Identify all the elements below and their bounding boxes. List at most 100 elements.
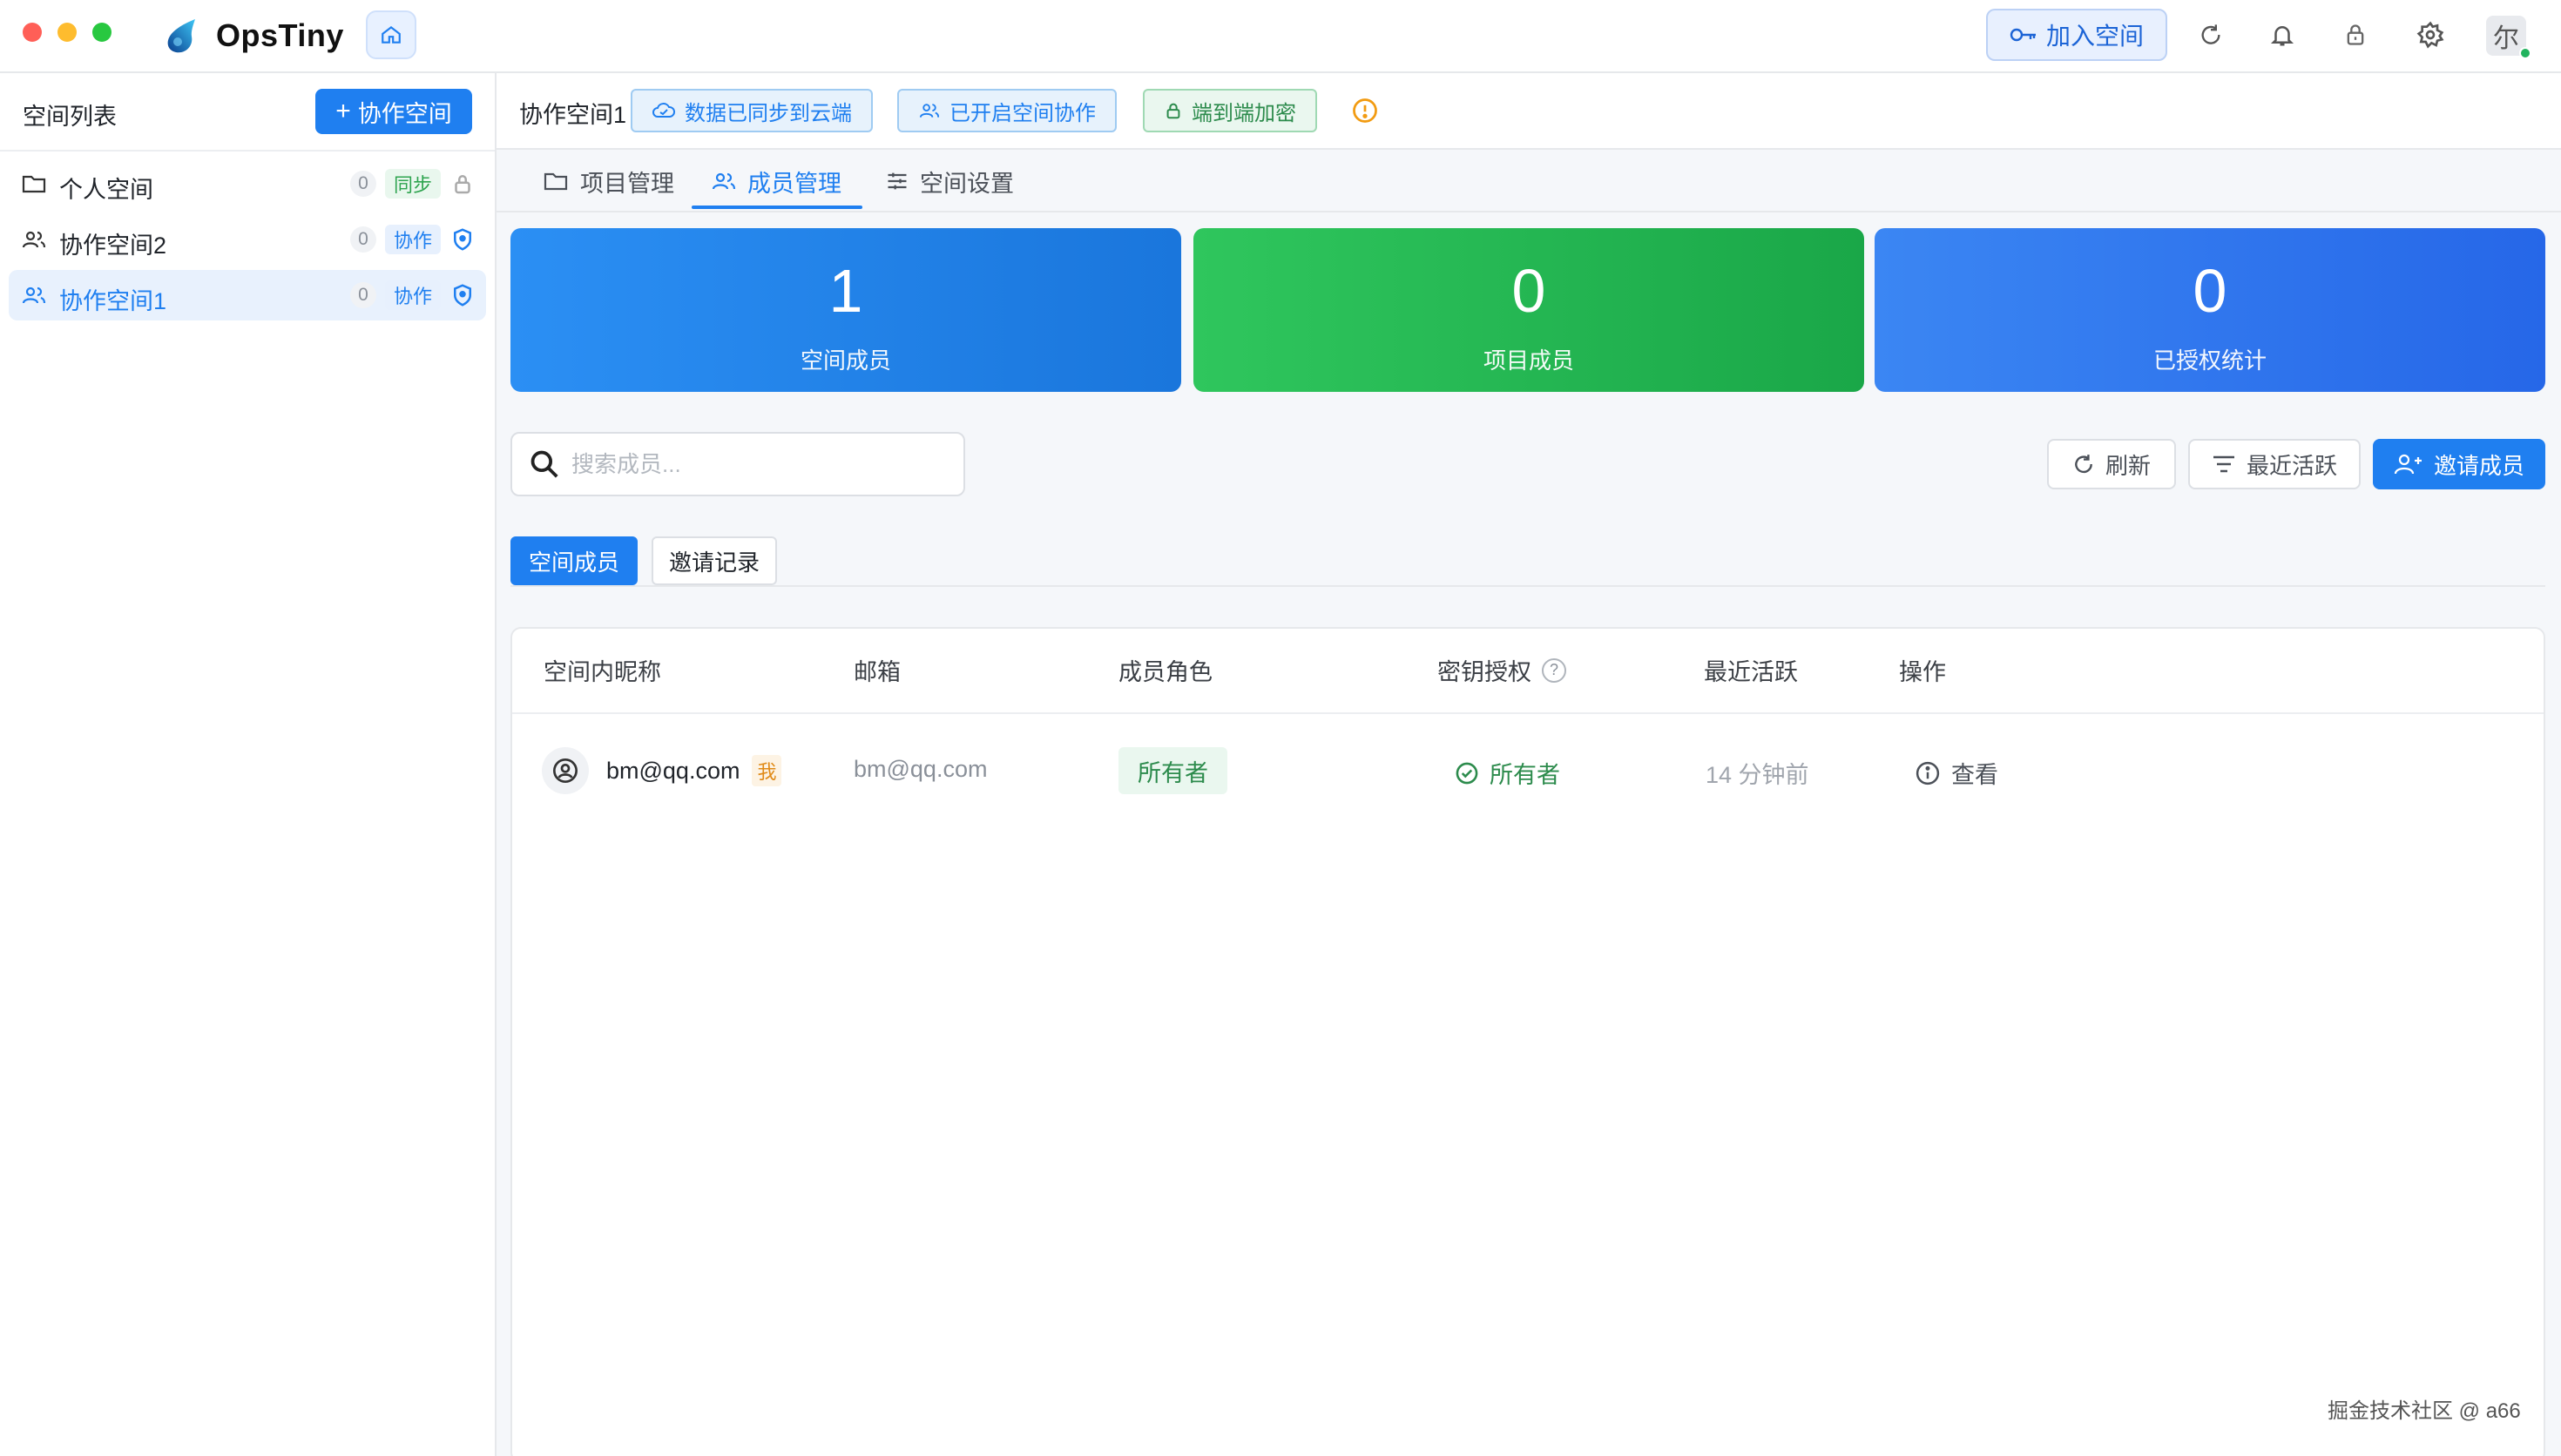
member-search-box[interactable] (510, 432, 965, 496)
cloud-sync-chip: 数据已同步到云端 (631, 89, 873, 132)
refresh-icon (2075, 455, 2092, 474)
gear-icon (2416, 21, 2444, 49)
workspace-name: 协作空间1 (519, 102, 627, 128)
add-collab-space-label: 协作空间 (357, 100, 452, 127)
members-table: 空间内昵称 邮箱 成员角色 密钥授权 ? 最近活跃 操作 bm@qq.com 我… (510, 627, 2545, 1456)
warning-icon[interactable] (1352, 98, 1378, 124)
e2e-encryption-chip: 端到端加密 (1143, 89, 1317, 132)
column-header-nickname: 空间内昵称 (544, 659, 661, 685)
stat-card-space-members: 1 空间成员 (510, 228, 1181, 392)
stat-card-project-members: 0 项目成员 (1193, 228, 1864, 392)
settings-button[interactable] (2413, 17, 2448, 52)
refresh-label: 刷新 (2105, 452, 2151, 479)
refresh-icon (2201, 24, 2220, 44)
collab-tag: 协作 (385, 280, 442, 310)
subtab-divider (510, 585, 2545, 587)
column-header-key-auth: 密钥授权 ? (1437, 653, 1566, 687)
close-window-button[interactable] (23, 23, 42, 42)
active-tab-indicator (692, 206, 862, 209)
sidebar-item-personal-space[interactable]: 个人空间 0 同步 (9, 158, 486, 209)
key-auth-header-label: 密钥授权 (1437, 659, 1531, 685)
subtab-invite-records[interactable]: 邀请记录 (652, 536, 777, 585)
sidebar-item-label: 协作空间2 (59, 233, 167, 259)
sidebar-item-collab-space-1[interactable]: 协作空间1 0 协作 (9, 270, 486, 320)
column-header-actions: 操作 (1899, 659, 1946, 685)
sort-recent-active-button[interactable]: 最近活跃 (2188, 439, 2361, 489)
notifications-button[interactable] (2265, 17, 2300, 52)
tab-space-settings[interactable]: 空间设置 (885, 164, 1014, 199)
tab-member-management[interactable]: 成员管理 (711, 164, 841, 199)
member-search-input[interactable] (571, 450, 937, 478)
refresh-members-button[interactable]: 刷新 (2047, 439, 2176, 489)
avatar (542, 747, 589, 794)
title-bar: OpsTiny 加入空间 尔 (0, 0, 2561, 73)
add-collab-space-button[interactable]: + 协作空间 (315, 89, 472, 134)
stat-value: 0 (1511, 257, 1546, 325)
app-title: OpsTiny (216, 17, 344, 53)
email-cell: bm@qq.com (854, 756, 988, 782)
me-badge: 我 (752, 755, 782, 786)
tab-label: 项目管理 (580, 170, 674, 197)
user-circle-icon (553, 758, 578, 783)
invite-member-button[interactable]: 邀请成员 (2373, 439, 2545, 489)
e2e-encryption-label: 端到端加密 (1192, 101, 1296, 125)
stat-label: 已授权统计 (2152, 347, 2267, 374)
users-icon (712, 172, 736, 190)
watermark: 掘金技术社区 @ a66 (2328, 1399, 2521, 1423)
sidebar-item-collab-space-2[interactable]: 协作空间2 0 协作 (9, 214, 486, 265)
item-count: 0 (350, 171, 376, 197)
cloud-icon (652, 103, 675, 118)
key-auth-text: 所有者 (1490, 762, 1560, 788)
search-icon (530, 450, 558, 478)
stat-label: 项目成员 (1483, 347, 1574, 374)
minimize-window-button[interactable] (57, 23, 77, 42)
maximize-window-button[interactable] (92, 23, 111, 42)
lock-button[interactable] (2338, 17, 2373, 52)
sliders-icon (888, 172, 907, 190)
home-button[interactable] (366, 10, 416, 59)
cloud-sync-label: 数据已同步到云端 (685, 101, 852, 125)
table-header-divider (512, 712, 2544, 714)
users-icon (22, 231, 46, 248)
item-count: 0 (350, 282, 376, 308)
shield-icon (454, 228, 471, 251)
collab-tag: 协作 (385, 225, 442, 254)
collab-enabled-chip: 已开启空间协作 (897, 89, 1117, 132)
avatar-text: 尔 (2493, 24, 2519, 53)
app-logo-icon (167, 19, 195, 53)
view-member-button[interactable]: 查看 (1915, 756, 1998, 790)
check-circle-icon (1456, 762, 1478, 784)
help-icon[interactable]: ? (1542, 657, 1566, 683)
users-icon (919, 104, 940, 118)
nickname-text: bm@qq.com (606, 757, 740, 784)
subtab-space-members[interactable]: 空间成员 (510, 536, 638, 585)
sidebar-title: 空间列表 (23, 104, 117, 130)
lock-icon (2347, 24, 2364, 45)
home-icon (382, 25, 401, 44)
last-active-cell: 14 分钟前 (1706, 762, 1809, 788)
stat-value: 0 (2193, 257, 2227, 325)
lock-icon (455, 175, 470, 194)
column-header-email: 邮箱 (854, 659, 901, 685)
workspace-header: 协作空间1 数据已同步到云端 已开启空间协作 端到端加密 (497, 73, 2561, 150)
info-icon (1916, 761, 1940, 785)
collab-enabled-label: 已开启空间协作 (949, 101, 1096, 125)
role-badge: 所有者 (1118, 747, 1227, 794)
tab-label: 成员管理 (747, 170, 841, 197)
refresh-button[interactable] (2193, 17, 2228, 52)
key-auth-cell: 所有者 (1455, 756, 1560, 790)
key-icon (2010, 28, 2036, 42)
join-space-button[interactable]: 加入空间 (1986, 9, 2167, 61)
plus-icon: + (335, 97, 351, 125)
column-header-role: 成员角色 (1118, 659, 1213, 685)
users-icon (22, 286, 46, 304)
tab-project-management[interactable]: 项目管理 (542, 164, 674, 199)
sidebar: 空间列表 + 协作空间 个人空间 0 同步 协作空间2 0 协作 协作空间1 0… (0, 73, 497, 1456)
invite-label: 邀请成员 (2433, 452, 2524, 479)
column-header-last-active: 最近活跃 (1704, 659, 1798, 685)
folder-icon (22, 175, 46, 193)
shield-icon (454, 284, 471, 307)
tab-label: 空间设置 (920, 170, 1014, 197)
sync-tag: 同步 (385, 169, 442, 199)
lock-icon (1166, 103, 1180, 119)
